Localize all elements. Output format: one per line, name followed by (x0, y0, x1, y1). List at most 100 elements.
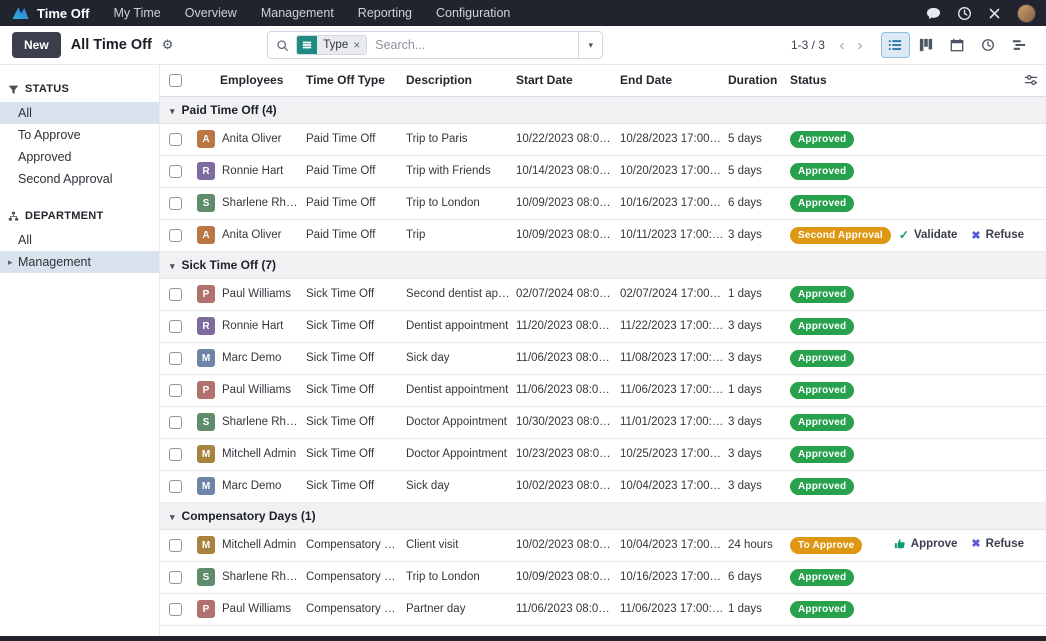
timeoff-row[interactable]: MMarc Demo Sick Time Off Sick day 10/02/… (160, 470, 1046, 502)
refuse-button[interactable]: ✖ Refuse (971, 537, 1024, 550)
description-cell: Dentist appointment (406, 310, 516, 342)
search-panel: STATUS All To Approve Approved Second Ap… (0, 65, 160, 636)
start-date-cell: 10/14/2023 08:00:… (516, 155, 620, 187)
timeoff-row[interactable]: RRonnie Hart Sick Time Off Dentist appoi… (160, 310, 1046, 342)
facet-remove-icon[interactable]: × (353, 38, 360, 52)
pager-next-button[interactable]: › (851, 37, 869, 54)
tools-icon[interactable] (988, 7, 1001, 20)
description-cell: Trip to Paris (406, 123, 516, 155)
column-header-end-date[interactable]: End Date (620, 65, 728, 96)
group-header-row[interactable]: ▾Sick Time Off (7) (160, 251, 1046, 278)
app-logo-icon[interactable] (12, 6, 29, 20)
view-list-button[interactable] (881, 32, 910, 58)
row-checkbox[interactable] (169, 197, 182, 210)
row-checkbox[interactable] (169, 288, 182, 301)
menu-my-time[interactable]: My Time (114, 6, 161, 20)
refuse-label: Refuse (986, 538, 1024, 550)
timeoff-type-cell: Sick Time Off (306, 406, 406, 438)
timeoff-row[interactable]: SSharlene Rhodes Compensatory Days Trip … (160, 561, 1046, 593)
view-gantt-button[interactable] (1005, 32, 1034, 58)
view-calendar-button[interactable] (943, 32, 972, 58)
timeoff-row[interactable]: MMitchell Admin Compensatory Days Client… (160, 529, 1046, 561)
timeoff-row[interactable]: SSharlene Rhodes Sick Time Off Doctor Ap… (160, 406, 1046, 438)
timeoff-row[interactable]: RRonnie Hart Paid Time Off Trip with Fri… (160, 155, 1046, 187)
optional-columns-icon[interactable] (1024, 73, 1038, 87)
row-checkbox[interactable] (169, 352, 182, 365)
row-checkbox[interactable] (169, 320, 182, 333)
view-activity-button[interactable] (974, 32, 1003, 58)
filter-funnel-icon (8, 84, 19, 95)
status-badge: Approved (790, 569, 854, 586)
control-panel: New All Time Off ⚙ Type × Search... ▾ 1-… (0, 26, 1046, 65)
timeoff-row[interactable]: AAnita Oliver Paid Time Off Trip 10/09/2… (160, 219, 1046, 251)
group-header-row[interactable]: ▾Compensatory Days (1) (160, 502, 1046, 529)
row-checkbox[interactable] (169, 480, 182, 493)
activities-icon[interactable] (957, 6, 972, 21)
employee-name: Ronnie Hart (222, 320, 283, 332)
row-checkbox[interactable] (169, 165, 182, 178)
description-cell: Sick day (406, 470, 516, 502)
app-name[interactable]: Time Off (37, 6, 90, 21)
collapse-caret-icon[interactable]: ▾ (170, 261, 175, 271)
employee-name: Paul Williams (222, 288, 291, 300)
timeoff-row[interactable]: MMitchell Admin Sick Time Off Doctor App… (160, 438, 1046, 470)
column-header-description[interactable]: Description (406, 65, 516, 96)
column-header-start-date[interactable]: Start Date (516, 65, 620, 96)
pager-previous-button[interactable]: ‹ (833, 37, 851, 54)
row-checkbox[interactable] (169, 539, 182, 552)
facet-label: Type (323, 39, 348, 51)
collapse-caret-icon[interactable]: ▾ (170, 106, 175, 116)
timeoff-row[interactable]: AAnita Oliver Paid Time Off Trip to Pari… (160, 123, 1046, 155)
approve-button[interactable]: Approve (894, 537, 958, 550)
row-checkbox[interactable] (169, 229, 182, 242)
x-icon: ✖ (971, 537, 980, 550)
new-button[interactable]: New (12, 32, 61, 58)
sidebar-item-label: To Approve (18, 128, 81, 142)
search-input[interactable]: Search... (375, 38, 578, 52)
sidebar-filter-item[interactable]: Approved (0, 146, 159, 168)
sidebar-filter-item[interactable]: To Approve (0, 124, 159, 146)
row-checkbox[interactable] (169, 448, 182, 461)
menu-management[interactable]: Management (261, 6, 334, 20)
column-header-status[interactable]: Status (790, 65, 886, 96)
sidebar-filter-item[interactable]: Second Approval (0, 168, 159, 190)
search-dropdown-toggle[interactable]: ▾ (578, 32, 602, 58)
group-header-row[interactable]: ▾Paid Time Off (4) (160, 96, 1046, 123)
start-date-cell: 10/02/2023 08:00:… (516, 529, 620, 561)
row-checkbox[interactable] (169, 133, 182, 146)
select-all-checkbox[interactable] (169, 74, 182, 87)
menu-overview[interactable]: Overview (185, 6, 237, 20)
menu-reporting[interactable]: Reporting (358, 6, 412, 20)
search-bar[interactable]: Type × Search... ▾ (267, 31, 603, 59)
timeoff-row[interactable]: PPaul Williams Compensatory Days Partner… (160, 593, 1046, 625)
status-badge: Approved (790, 446, 854, 463)
employee-avatar: P (197, 600, 215, 618)
row-checkbox[interactable] (169, 603, 182, 616)
refuse-button[interactable]: ✖Refuse (971, 228, 1024, 242)
status-badge: Approved (790, 131, 854, 148)
column-header-type[interactable]: Time Off Type (306, 65, 406, 96)
messages-icon[interactable] (926, 6, 941, 21)
row-checkbox[interactable] (169, 571, 182, 584)
timeoff-row[interactable]: PPaul Williams Sick Time Off Second dent… (160, 278, 1046, 310)
duration-cell: 3 days (728, 342, 790, 374)
row-checkbox[interactable] (169, 384, 182, 397)
user-avatar[interactable] (1017, 4, 1036, 23)
timeoff-row[interactable]: PPaul Williams Sick Time Off Dentist app… (160, 374, 1046, 406)
validate-button[interactable]: ✓Validate (899, 228, 958, 242)
collapse-caret-icon[interactable]: ▾ (170, 512, 175, 522)
column-header-employees[interactable]: Employees (194, 65, 306, 96)
sidebar-filter-item[interactable]: ▸ Management (0, 251, 159, 273)
timeoff-row[interactable]: SSharlene Rhodes Paid Time Off Trip to L… (160, 187, 1046, 219)
view-kanban-button[interactable] (912, 32, 941, 58)
sidebar-filter-item[interactable]: All (0, 102, 159, 124)
sidebar-filter-item[interactable]: All (0, 229, 159, 251)
start-date-cell: 10/23/2023 08:00:… (516, 438, 620, 470)
timeoff-row[interactable]: MMarc Demo Sick Time Off Sick day 11/06/… (160, 342, 1046, 374)
start-date-cell: 11/06/2023 08:00:… (516, 593, 620, 625)
gear-icon[interactable]: ⚙ (162, 37, 174, 53)
column-header-duration[interactable]: Duration (728, 65, 790, 96)
menu-configuration[interactable]: Configuration (436, 6, 510, 20)
timeoff-type-cell: Compensatory Days (306, 529, 406, 561)
row-checkbox[interactable] (169, 416, 182, 429)
